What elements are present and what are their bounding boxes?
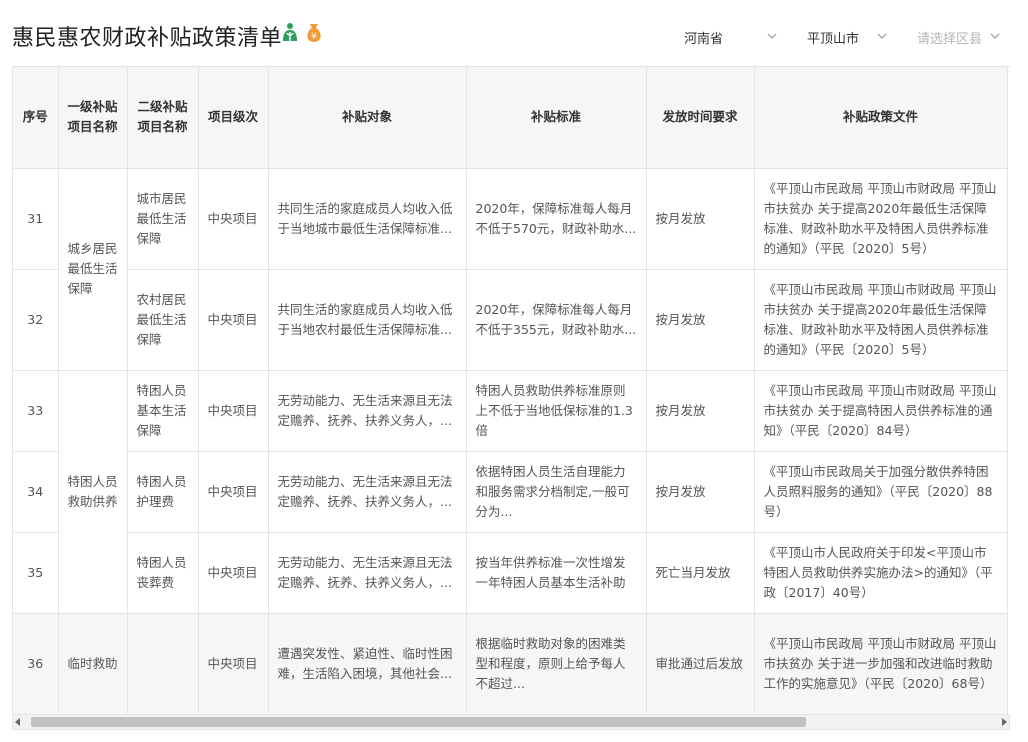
table-row[interactable]: 36 临时救助 中央项目 遭遇突发性、紧迫性、临时性困难，生活陷入困境，其他社会… bbox=[13, 613, 1008, 714]
cell-seq: 36 bbox=[13, 613, 59, 714]
cell-standard: 2020年，保障标准每人每月不低于570元，财政补助水... bbox=[466, 168, 647, 270]
col-seq: 序号 bbox=[13, 67, 59, 169]
cell-standard-text: 2020年，保障标准每人每月不低于570元，财政补助水... bbox=[475, 200, 637, 236]
cell-timing: 审批通过后发放 bbox=[646, 613, 755, 714]
scroll-left-arrow-icon[interactable] bbox=[15, 718, 20, 726]
region-filters: 河南省 平顶山市 请选择区县 bbox=[654, 28, 1000, 47]
cell-timing: 死亡当月发放 bbox=[646, 532, 755, 614]
col-doc: 补贴政策文件 bbox=[754, 67, 1008, 169]
cell-doc: 《平顶山市人民政府关于印发<平顶山市特困人员救助供养实施办法>的通知》（平政〔2… bbox=[754, 532, 1008, 614]
province-value: 河南省 bbox=[683, 32, 723, 47]
cell-standard: 按当年供养标准一次性增发一年特困人员基本生活补助 bbox=[466, 532, 647, 614]
policy-table: 序号 一级补贴项目名称 二级补贴项目名称 项目级次 补贴对象 补贴标准 发放时间… bbox=[13, 67, 1008, 714]
svg-text:¥: ¥ bbox=[311, 32, 317, 42]
cell-standard: 2020年，保障标准每人每月不低于355元，财政补助水... bbox=[466, 269, 647, 371]
province-select[interactable]: 河南省 bbox=[684, 28, 777, 47]
table-header-row: 序号 一级补贴项目名称 二级补贴项目名称 项目级次 补贴对象 补贴标准 发放时间… bbox=[13, 67, 1008, 169]
county-select[interactable]: 请选择区县 bbox=[917, 28, 1000, 47]
cell-seq: 32 bbox=[13, 269, 59, 371]
col-target: 补贴对象 bbox=[268, 67, 467, 169]
page-title: 惠民惠农财政补贴政策清单 bbox=[12, 26, 283, 51]
policy-table-container[interactable]: 序号 一级补贴项目名称 二级补贴项目名称 项目级次 补贴对象 补贴标准 发放时间… bbox=[12, 66, 1010, 714]
cell-seq: 33 bbox=[13, 370, 59, 452]
cell-target: 无劳动能力、无生活来源且无法定赡养、抚养、扶养义务人，... bbox=[268, 370, 467, 452]
cell-doc: 《平顶山市民政局 平顶山市财政局 平顶山市扶贫办 关于进一步加强和改进临时救助工… bbox=[754, 613, 1008, 714]
cell-level2: 特困人员护理费 bbox=[127, 451, 199, 533]
table-row[interactable]: 35 特困人员丧葬费 中央项目 无劳动能力、无生活来源且无法定赡养、抚养、扶养义… bbox=[13, 532, 1008, 614]
cell-timing: 按月发放 bbox=[646, 451, 755, 533]
cell-tier: 中央项目 bbox=[198, 370, 269, 452]
table-row[interactable]: 34 特困人员护理费 中央项目 无劳动能力、无生活来源且无法定赡养、抚养、扶养义… bbox=[13, 451, 1008, 533]
cell-target-text: 共同生活的家庭成员人均收入低于当地城市最低生活保障标准... bbox=[277, 200, 453, 236]
cell-level2: 特困人员基本生活保障 bbox=[127, 370, 199, 452]
cell-standard: 根据临时救助对象的困难类型和程度，原则上给予每人不超过... bbox=[466, 613, 647, 714]
cell-seq: 34 bbox=[13, 451, 59, 533]
cell-target-text: 无劳动能力、无生活来源且无法定赡养、抚养、扶养义务人，... bbox=[277, 392, 453, 428]
cell-timing: 按月发放 bbox=[646, 269, 755, 371]
table-row[interactable]: 32 农村居民最低生活保障 中央项目 共同生活的家庭成员人均收入低于当地农村最低… bbox=[13, 269, 1008, 371]
col-level1: 一级补贴项目名称 bbox=[58, 67, 128, 169]
cell-level2: 特困人员丧葬费 bbox=[127, 532, 199, 614]
cell-tier: 中央项目 bbox=[198, 451, 269, 533]
cell-level1: 临时救助 bbox=[58, 613, 128, 714]
cell-doc: 《平顶山市民政局 平顶山市财政局 平顶山市扶贫办 关于提高2020年最低生活保障… bbox=[754, 168, 1008, 270]
col-timing: 发放时间要求 bbox=[646, 67, 755, 169]
cell-target: 无劳动能力、无生活来源且无法定赡养、抚养、扶养义务人，... bbox=[268, 451, 467, 533]
cell-level2: 城市居民最低生活保障 bbox=[127, 168, 199, 270]
col-tier: 项目级次 bbox=[198, 67, 269, 169]
cell-target-text: 遭遇突发性、紧迫性、临时性困难，生活陷入困境，其他社会... bbox=[277, 646, 453, 681]
cell-standard: 依据特困人员生活自理能力和服务需求分档制定,一般可分为... bbox=[466, 451, 647, 533]
cell-target-text: 无劳动能力、无生活来源且无法定赡养、抚养、扶养义务人，... bbox=[277, 473, 453, 509]
cell-timing: 按月发放 bbox=[646, 370, 755, 452]
cell-seq: 35 bbox=[13, 532, 59, 614]
cell-target-text: 无劳动能力、无生活来源且无法定赡养、抚养、扶养义务人，... bbox=[277, 554, 453, 590]
chevron-down-icon bbox=[767, 33, 777, 39]
money-bag-icon: ¥ bbox=[307, 24, 321, 42]
scrollbar-thumb[interactable] bbox=[31, 717, 806, 727]
cell-standard-text: 2020年，保障标准每人每月不低于355元，财政补助水... bbox=[475, 301, 637, 337]
cell-level2: 农村居民最低生活保障 bbox=[127, 269, 199, 371]
cell-tier: 中央项目 bbox=[198, 269, 269, 371]
chevron-down-icon bbox=[990, 33, 1000, 39]
title-icons: ¥ bbox=[280, 22, 324, 44]
cell-target: 共同生活的家庭成员人均收入低于当地农村最低生活保障标准... bbox=[268, 269, 467, 371]
county-placeholder: 请选择区县 bbox=[916, 32, 982, 47]
page-header: 惠民惠农财政补贴政策清单 ¥ 河南省 平顶山市 请选择区县 bbox=[0, 0, 1028, 66]
cell-seq: 31 bbox=[13, 168, 59, 270]
cell-target-text: 共同生活的家庭成员人均收入低于当地农村最低生活保障标准... bbox=[277, 301, 453, 337]
cell-tier: 中央项目 bbox=[198, 532, 269, 614]
cell-doc: 《平顶山市民政局 平顶山市财政局 平顶山市扶贫办 关于提高特困人员供养标准的通知… bbox=[754, 370, 1008, 452]
cell-level1: 城乡居民最低生活保障 bbox=[58, 168, 128, 371]
cell-target: 无劳动能力、无生活来源且无法定赡养、抚养、扶养义务人，... bbox=[268, 532, 467, 614]
cell-level2 bbox=[127, 613, 199, 714]
city-select[interactable]: 平顶山市 bbox=[807, 28, 887, 47]
person-plant-icon bbox=[283, 23, 297, 41]
horizontal-scrollbar[interactable] bbox=[12, 714, 1010, 730]
cell-doc: 《平顶山市民政局关于加强分散供养特困人员照料服务的通知》（平民〔2020〕88号… bbox=[754, 451, 1008, 533]
col-level2: 二级补贴项目名称 bbox=[127, 67, 199, 169]
col-standard: 补贴标准 bbox=[466, 67, 647, 169]
scroll-right-arrow-icon[interactable] bbox=[1002, 718, 1007, 726]
cell-doc: 《平顶山市民政局 平顶山市财政局 平顶山市扶贫办 关于提高2020年最低生活保障… bbox=[754, 269, 1008, 371]
cell-target: 共同生活的家庭成员人均收入低于当地城市最低生活保障标准... bbox=[268, 168, 467, 270]
cell-tier: 中央项目 bbox=[198, 613, 269, 714]
chevron-down-icon bbox=[877, 33, 887, 39]
table-row[interactable]: 31 城乡居民最低生活保障 城市居民最低生活保障 中央项目 共同生活的家庭成员人… bbox=[13, 168, 1008, 371]
cell-timing: 按月发放 bbox=[646, 168, 755, 270]
cell-tier: 中央项目 bbox=[198, 168, 269, 270]
city-value: 平顶山市 bbox=[806, 32, 859, 47]
cell-level1: 特困人员救助供养 bbox=[58, 370, 128, 614]
cell-target: 遭遇突发性、紧迫性、临时性困难，生活陷入困境，其他社会... bbox=[268, 613, 467, 714]
table-row[interactable]: 33 特困人员救助供养 特困人员基本生活保障 中央项目 无劳动能力、无生活来源且… bbox=[13, 370, 1008, 614]
cell-standard: 特困人员救助供养标准原则上不低于当地低保标准的1.3倍 bbox=[466, 370, 647, 452]
